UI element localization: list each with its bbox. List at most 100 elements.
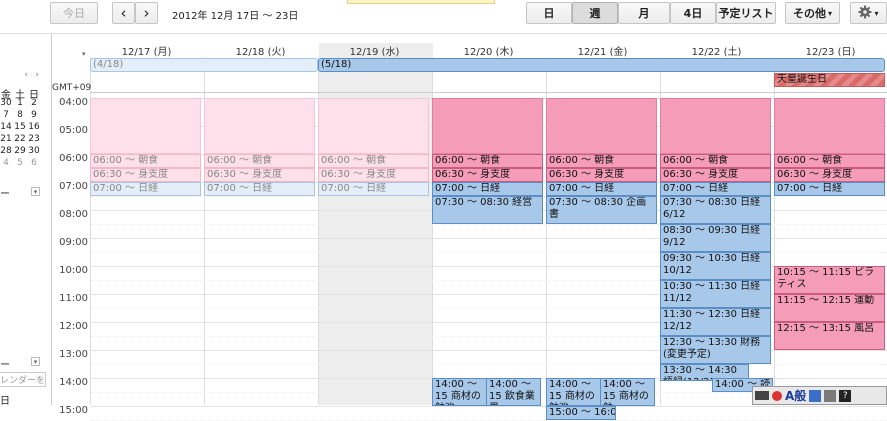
day-header[interactable]: 12/23 (日)	[774, 43, 887, 58]
calendar-event[interactable]: 06:00 〜 朝食	[318, 154, 429, 168]
calendar-event[interactable]: 11:15 〜 12:15 運動	[774, 294, 885, 322]
today-button[interactable]: 今日	[50, 2, 98, 24]
view-month-button[interactable]: 月	[618, 2, 670, 24]
calendar-event[interactable]: 06:30 〜 身支度	[318, 168, 429, 182]
calendar-event[interactable]: 06:00 〜 朝食	[204, 154, 315, 168]
event-block[interactable]	[546, 98, 657, 154]
mini-cal-day[interactable]: 7	[0, 110, 12, 120]
calendar-event[interactable]: 06:00 〜 朝食	[660, 154, 771, 168]
view-day-button[interactable]: 日	[526, 2, 572, 24]
event-block[interactable]	[774, 98, 885, 154]
mini-cal-day[interactable]: 30	[28, 146, 40, 156]
next-week-button[interactable]: ›	[135, 2, 158, 24]
mini-cal-day[interactable]: 6	[28, 158, 40, 168]
calendar-event[interactable]: 07:30 〜 08:30 経営	[432, 196, 543, 224]
mini-cal-day[interactable]: 21	[0, 134, 12, 144]
calendar-event[interactable]: 11:30 〜 12:30 日経12/12	[660, 308, 771, 336]
mini-cal-day[interactable]: 29	[14, 146, 26, 156]
chevron-down-icon[interactable]: ▾	[31, 357, 40, 366]
chevron-down-icon[interactable]: ▾	[31, 187, 40, 196]
time-label: 11:00	[59, 293, 88, 304]
allday-event-bar[interactable]: (5/18)	[318, 58, 885, 72]
mini-cal-day[interactable]: 4	[0, 158, 12, 168]
calendar-event[interactable]: 10:30 〜 11:30 日経11/12	[660, 280, 771, 308]
day-header[interactable]: 12/22 (土)	[660, 43, 773, 58]
mini-cal-day[interactable]: 30	[0, 98, 12, 108]
day-header[interactable]: 12/19 (水)	[318, 43, 431, 58]
calendar-event[interactable]: 06:00 〜 朝食	[546, 154, 657, 168]
mini-cal-day[interactable]: 23	[28, 134, 40, 144]
mini-cal-day[interactable]: 28	[0, 146, 12, 156]
calendar-event[interactable]: 06:30 〜 身支度	[90, 168, 201, 182]
event-block[interactable]	[318, 98, 429, 154]
calendar-event[interactable]: 07:00 〜 日経	[432, 182, 543, 196]
event-block[interactable]	[432, 98, 543, 154]
ime-toolbar[interactable]: A般 ?	[752, 386, 887, 405]
mini-cal-next[interactable]: ›	[31, 70, 43, 80]
timezone-label: GMT+09	[52, 83, 92, 93]
add-calendar-input[interactable]: レンダーを	[0, 372, 46, 387]
calendar-event[interactable]: 15:00 〜 16:00	[546, 406, 616, 420]
mini-cal-day[interactable]: 8	[14, 110, 26, 120]
holiday-event[interactable]: 天皇誕生日	[774, 73, 885, 87]
prev-week-button[interactable]: ‹	[112, 2, 135, 24]
view-agenda-button[interactable]: 予定リスト	[716, 2, 776, 24]
calendar-event[interactable]: 07:00 〜 日経	[774, 182, 885, 196]
more-label: その他	[792, 7, 826, 20]
calendar-event[interactable]: 06:30 〜 身支度	[546, 168, 657, 182]
collapse-arrow[interactable]: ▾	[82, 50, 86, 58]
mini-cal-day[interactable]: 22	[14, 134, 26, 144]
mini-cal-day[interactable]: 16	[28, 122, 40, 132]
calendar-event[interactable]: 14:00 〜 15 飲食業界	[486, 378, 541, 406]
view-4day-button[interactable]: 4日	[670, 2, 716, 24]
calendar-event[interactable]: 06:00 〜 朝食	[432, 154, 543, 168]
time-label: 14:00	[59, 377, 88, 388]
calendar-event[interactable]: 06:30 〜 身支度	[204, 168, 315, 182]
calendar-event[interactable]: 14:00 〜 15 商材の勉	[600, 378, 655, 406]
view-week-button[interactable]: 週	[572, 2, 618, 24]
calendar-event[interactable]: 07:00 〜 日経	[90, 182, 201, 196]
calendar-event[interactable]: 07:00 〜 日経	[318, 182, 429, 196]
allday-event-bar[interactable]: (4/18)	[90, 58, 318, 72]
date-range-title: 2012年 12月 17日 〜 23日	[172, 11, 299, 22]
calendar-event[interactable]: 07:00 〜 日経	[546, 182, 657, 196]
calendar-event[interactable]: 06:00 〜 朝食	[90, 154, 201, 168]
mini-cal-day[interactable]: 15	[14, 122, 26, 132]
mini-cal-day[interactable]: 2	[28, 98, 40, 108]
calendar-event[interactable]: 10:15 〜 11:15 ピラティス	[774, 266, 885, 294]
calendar-event[interactable]: 12:15 〜 13:15 風呂	[774, 322, 885, 350]
mini-cal-day[interactable]: 9	[28, 110, 40, 120]
ime-tool-icon	[809, 389, 822, 402]
day-header[interactable]: 12/20 (木)	[432, 43, 545, 58]
calendar-event[interactable]: 07:00 〜 日経	[204, 182, 315, 196]
calendar-event[interactable]: 06:30 〜 身支度	[774, 168, 885, 182]
mini-cal-day[interactable]: 5	[14, 158, 26, 168]
help-icon: ?	[839, 389, 852, 402]
event-block[interactable]	[90, 98, 201, 154]
time-label: 06:00	[59, 153, 88, 164]
mini-cal-day[interactable]: 1	[14, 98, 26, 108]
calendar-event[interactable]: 07:30 〜 08:30 企画書	[546, 196, 657, 224]
calendar-event[interactable]: 09:30 〜 10:30 日経10/12	[660, 252, 771, 280]
mini-cal-day[interactable]: 14	[0, 122, 12, 132]
calendar-event[interactable]: 08:30 〜 09:30 日経9/12	[660, 224, 771, 252]
day-header[interactable]: 12/21 (金)	[546, 43, 659, 58]
event-block[interactable]	[660, 98, 771, 154]
calendar-event[interactable]: 07:00 〜 日経	[660, 182, 771, 196]
calendar-event[interactable]: 14:00 〜 15 商材の勉強	[546, 378, 601, 406]
day-header[interactable]: 12/18 (火)	[204, 43, 317, 58]
hour-line	[91, 406, 887, 407]
settings-button[interactable]: ▾	[850, 2, 887, 24]
event-block[interactable]	[204, 98, 315, 154]
calendar-event[interactable]: 06:30 〜 身支度	[660, 168, 771, 182]
more-menu-button[interactable]: その他 ▾	[785, 2, 840, 24]
day-header[interactable]: 12/17 (月)	[90, 43, 203, 58]
calendar-event[interactable]: 06:30 〜 身支度	[432, 168, 543, 182]
chevron-down-icon: ▾	[874, 8, 879, 18]
calendar-event[interactable]: 14:00 〜 15 商材の勉強	[432, 378, 487, 406]
keyboard-icon	[755, 391, 769, 400]
time-label: 05:00	[59, 125, 88, 136]
calendar-event[interactable]: 07:30 〜 08:30 日経6/12	[660, 196, 771, 224]
calendar-event[interactable]: 12:30 〜 13:30 財務(変更予定)	[660, 336, 771, 364]
calendar-event[interactable]: 06:00 〜 朝食	[774, 154, 885, 168]
